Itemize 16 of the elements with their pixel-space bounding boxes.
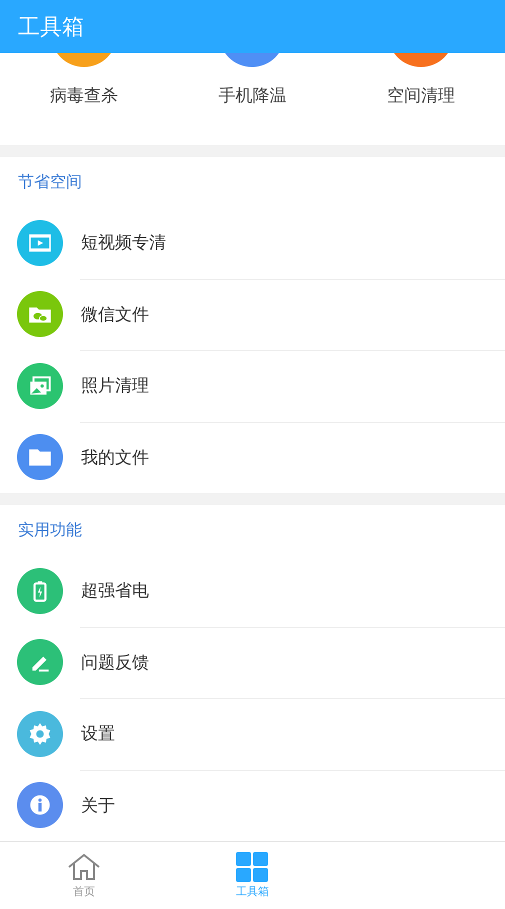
tool-item[interactable]: 病毒查杀 — [0, 53, 168, 145]
section-title: 节省空间 — [18, 172, 82, 192]
section-title: 实用功能 — [18, 520, 82, 540]
grid-icon — [236, 852, 268, 882]
list-item[interactable]: 问题反馈 — [0, 626, 505, 698]
list-item[interactable]: 短视频专清 — [0, 207, 505, 278]
tool-item[interactable]: 空间清理 — [336, 53, 505, 145]
home-icon — [66, 852, 102, 882]
list-item[interactable]: 设置 — [0, 698, 505, 770]
list-item[interactable]: 关于 — [0, 770, 505, 841]
list-item[interactable]: 照片清理 — [0, 350, 505, 422]
header-title: 工具箱 — [18, 14, 84, 42]
tool-item[interactable]: 手机降温 — [168, 53, 337, 145]
list-item[interactable]: 我的文件 — [0, 422, 505, 493]
list-item[interactable]: 微信文件 — [0, 278, 505, 350]
list-item[interactable]: 超强省电 — [0, 555, 505, 626]
